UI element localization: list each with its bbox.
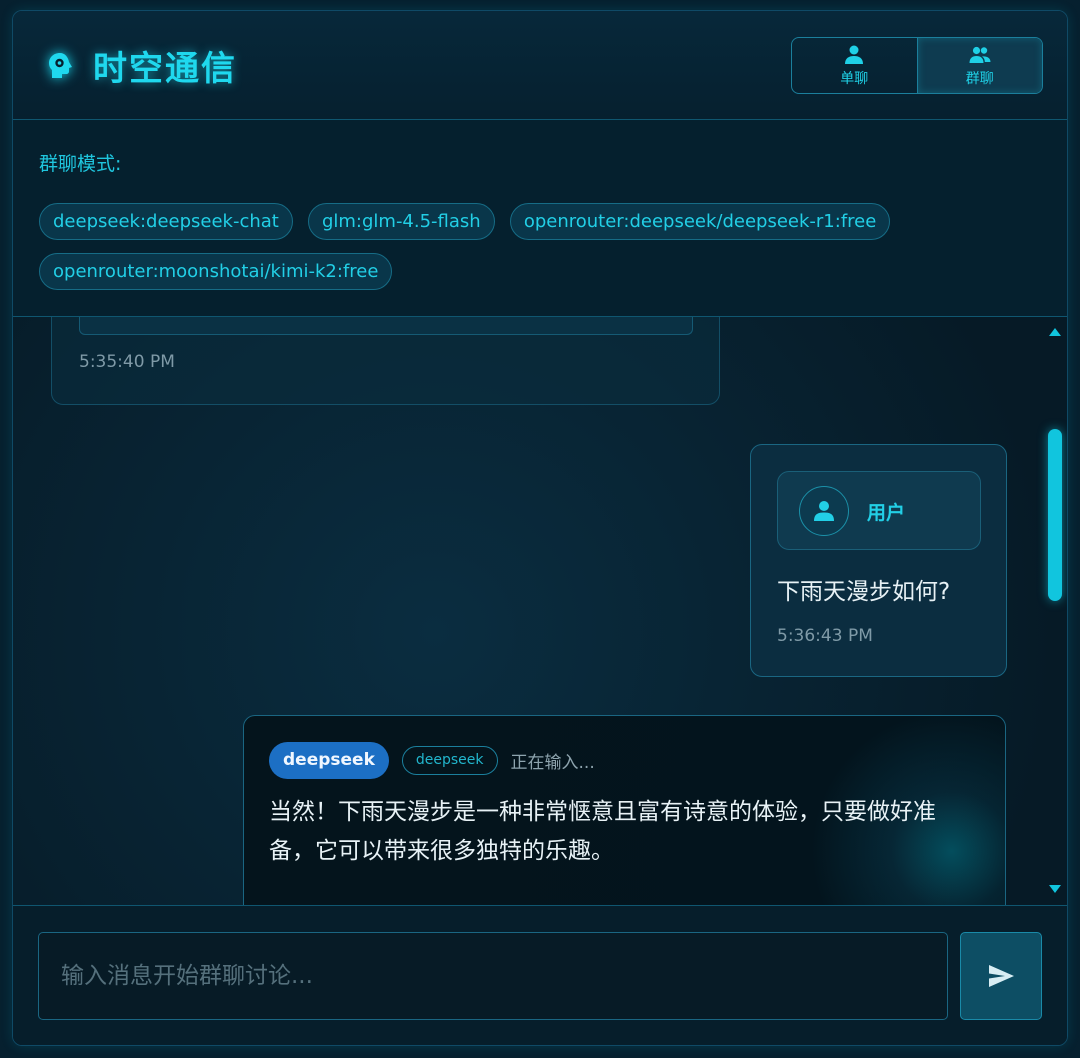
brain-head-icon bbox=[49, 52, 72, 78]
user-message: 用户 下雨天漫步如何? 5:36:43 PM bbox=[750, 444, 1007, 677]
app-header: 时空通信 单聊 群聊 bbox=[13, 11, 1067, 120]
ai-message: deepseek deepseek 正在输入... 当然！下雨天漫步是一种非常惬… bbox=[243, 715, 1006, 905]
send-icon bbox=[989, 965, 1014, 987]
message-input[interactable] bbox=[38, 932, 948, 1020]
app-title: 时空通信 bbox=[93, 49, 237, 89]
previous-message-content bbox=[79, 317, 693, 335]
input-bar bbox=[13, 905, 1067, 1045]
group-chat-button[interactable]: 群聊 bbox=[916, 38, 1042, 93]
brand: 时空通信 bbox=[45, 41, 237, 90]
typing-status: 正在输入... bbox=[510, 753, 595, 773]
model-badge: deepseek bbox=[269, 742, 389, 779]
user-icon bbox=[845, 45, 864, 64]
model-chips: deepseek:deepseek-chat glm:glm-4.5-flash… bbox=[39, 203, 939, 303]
chat-mode-switch: 单聊 群聊 bbox=[791, 37, 1043, 94]
model-chip[interactable]: openrouter:deepseek/deepseek-r1:free bbox=[509, 203, 891, 240]
single-chat-button[interactable]: 单聊 bbox=[792, 38, 917, 93]
message-text: 当然！下雨天漫步是一种非常惬意且富有诗意的体验，只要做好准备，它可以带来很多独特… bbox=[269, 799, 936, 864]
user-icon bbox=[814, 501, 834, 521]
model-chip[interactable]: glm:glm-4.5-flash bbox=[307, 203, 495, 240]
model-chip[interactable]: deepseek:deepseek-chat bbox=[39, 203, 293, 240]
scroll-up-arrow-icon[interactable] bbox=[1047, 323, 1063, 339]
group-chat-label: 群聊 bbox=[965, 70, 994, 87]
message-list[interactable]: 5:35:40 PM 用户 下雨天漫步如何? 5:36:43 PM deepse… bbox=[13, 317, 1045, 905]
group-mode-panel: 群聊模式: deepseek:deepseek-chat glm:glm-4.5… bbox=[13, 120, 1067, 317]
ai-message-header: deepseek deepseek 正在输入... bbox=[269, 742, 595, 779]
message-time: 5:36:43 PM bbox=[777, 626, 873, 646]
model-tag: deepseek bbox=[401, 746, 498, 775]
previous-message: 5:35:40 PM bbox=[51, 317, 720, 405]
send-button[interactable] bbox=[960, 932, 1042, 1020]
group-mode-label: 群聊模式: bbox=[39, 153, 122, 175]
scroll-down-arrow-icon[interactable] bbox=[1047, 881, 1063, 897]
user-message-header: 用户 bbox=[777, 471, 981, 550]
message-time: 5:35:40 PM bbox=[79, 352, 175, 372]
users-icon bbox=[969, 46, 991, 63]
sender-name: 用户 bbox=[867, 502, 906, 524]
single-chat-label: 单聊 bbox=[840, 70, 869, 87]
model-chip[interactable]: openrouter:moonshotai/kimi-k2:free bbox=[39, 253, 393, 290]
avatar bbox=[799, 486, 849, 536]
scrollbar-thumb[interactable] bbox=[1048, 429, 1062, 601]
message-text: 下雨天漫步如何? bbox=[777, 579, 951, 605]
chat-app: 时空通信 单聊 群聊 群聊模式: deepseek:deepseek-chat … bbox=[12, 10, 1068, 1046]
